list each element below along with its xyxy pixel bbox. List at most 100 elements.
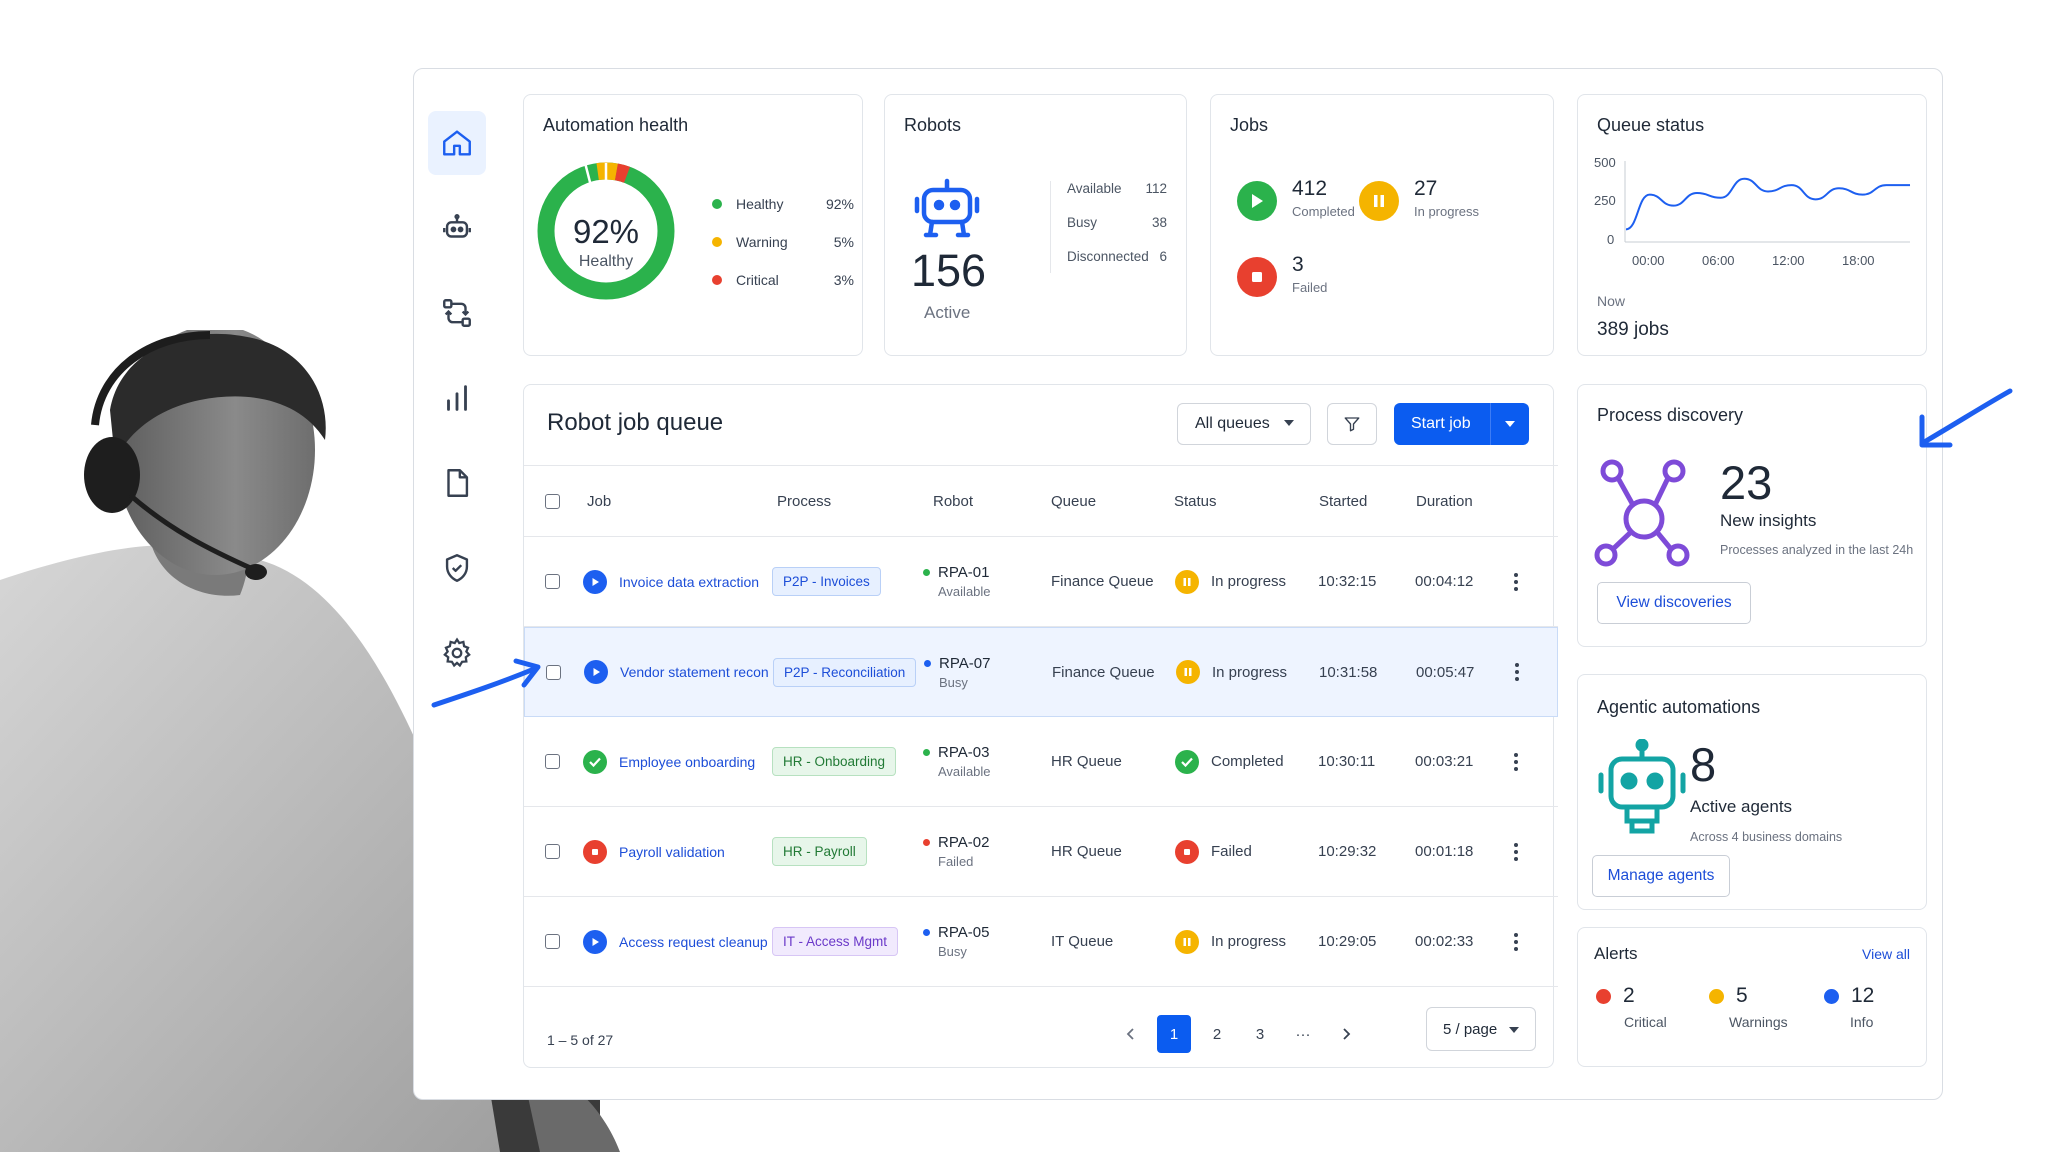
- process-discovery-card: Process discovery 23 New insights Proces…: [1577, 384, 1927, 647]
- queue-filter-select[interactable]: All queues: [1177, 403, 1311, 445]
- page-button[interactable]: 1: [1157, 1015, 1191, 1053]
- col-robot[interactable]: Robot: [933, 466, 973, 536]
- next-page-button[interactable]: [1329, 1015, 1363, 1053]
- status-label: Failed: [1211, 843, 1252, 860]
- job-cell: Employee onboarding: [583, 717, 755, 806]
- legend-label: Warning: [736, 234, 788, 250]
- sidebar-item-documents[interactable]: [428, 451, 486, 515]
- row-checkbox[interactable]: [545, 754, 560, 769]
- filter-icon: [1344, 417, 1360, 432]
- job-queue-title: Robot job queue: [547, 409, 724, 436]
- queue-status-title: Queue status: [1597, 115, 1705, 135]
- start-job-button[interactable]: Start job: [1394, 403, 1529, 445]
- table-row[interactable]: Employee onboarding HR - Onboarding RPA-…: [524, 717, 1558, 807]
- sidebar-item-security[interactable]: [428, 536, 486, 600]
- chevron-right-icon: [1343, 1028, 1351, 1040]
- row-checkbox[interactable]: [545, 934, 560, 949]
- stop-icon: [583, 839, 607, 864]
- col-process[interactable]: Process: [777, 466, 831, 536]
- legend-row-critical: Critical 3%: [712, 261, 854, 299]
- job-link[interactable]: Payroll validation: [619, 844, 725, 860]
- sidebar-item-home[interactable]: [428, 111, 486, 175]
- manage-agents-button[interactable]: Manage agents: [1592, 855, 1730, 897]
- shield-check-icon: [445, 554, 469, 582]
- job-link[interactable]: Access request cleanup: [619, 934, 768, 950]
- chevron-down-icon: [1509, 1027, 1519, 1033]
- dashboard-window: Automation health 92% Healthy Healthy 92%…: [413, 68, 1943, 1100]
- job-cell: Access request cleanup: [583, 897, 768, 986]
- robot-name[interactable]: RPA-05: [938, 924, 989, 941]
- queue-cell: HR Queue: [1051, 843, 1122, 860]
- table-row[interactable]: Vendor statement recon P2P - Reconciliat…: [524, 627, 1558, 717]
- sidebar-item-processes[interactable]: [428, 281, 486, 345]
- row-checkbox[interactable]: [545, 844, 560, 859]
- job-link[interactable]: Employee onboarding: [619, 754, 755, 770]
- page-ellipsis[interactable]: ···: [1286, 1015, 1320, 1053]
- more-options-icon[interactable]: [1514, 663, 1520, 681]
- more-options-icon[interactable]: [1513, 932, 1519, 951]
- view-discoveries-button[interactable]: View discoveries: [1597, 582, 1751, 624]
- divider: [1050, 181, 1051, 273]
- robot-name[interactable]: RPA-01: [938, 564, 989, 581]
- col-started[interactable]: Started: [1319, 466, 1367, 536]
- sidebar-item-analytics[interactable]: [428, 366, 486, 430]
- robot-cell: RPA-03 Available: [923, 717, 991, 806]
- workflow-icon: [443, 299, 471, 327]
- page-button[interactable]: 3: [1243, 1015, 1277, 1053]
- robot-stats: Available 112 Busy 38 Disconnected 6: [1067, 181, 1167, 283]
- prev-page-button[interactable]: [1114, 1015, 1148, 1053]
- col-job[interactable]: Job: [587, 466, 611, 536]
- more-options-icon[interactable]: [1513, 752, 1519, 771]
- duration-cell: 00:04:12: [1415, 573, 1474, 590]
- annotation-arrow-left: [431, 658, 541, 708]
- robot-status-dot: [923, 569, 930, 576]
- select-all-cell: [545, 466, 560, 536]
- select-all-checkbox[interactable]: [545, 493, 560, 509]
- insights-count: 23: [1720, 456, 1773, 509]
- col-duration[interactable]: Duration: [1416, 466, 1473, 536]
- page-size-select[interactable]: 5 / page: [1426, 1007, 1536, 1051]
- view-all-alerts-link[interactable]: View all: [1862, 946, 1910, 962]
- robot-name[interactable]: RPA-02: [938, 834, 989, 851]
- robot-name[interactable]: RPA-03: [938, 744, 989, 761]
- queue-line-chart: 500 250 0 00:00 06:00 12:00 18:00: [1594, 157, 1911, 268]
- sidebar-item-robots[interactable]: [428, 196, 486, 260]
- stat-value: 6: [1159, 249, 1167, 264]
- jobs-title: Jobs: [1230, 115, 1269, 135]
- alert-critical[interactable]: 2 Critical: [1596, 984, 1686, 1030]
- process-cell: IT - Access Mgmt: [772, 897, 899, 986]
- job-link[interactable]: Invoice data extraction: [619, 574, 759, 590]
- table-row[interactable]: Invoice data extraction P2P - Invoices R…: [524, 537, 1558, 627]
- col-status[interactable]: Status: [1174, 466, 1217, 536]
- process-tag: IT - Access Mgmt: [772, 927, 899, 956]
- filter-button[interactable]: [1327, 403, 1377, 445]
- status-cell: In progress: [1175, 537, 1286, 626]
- col-queue[interactable]: Queue: [1051, 466, 1096, 536]
- legend-row-warning: Warning 5%: [712, 223, 854, 261]
- critical-dot: [1596, 988, 1611, 1004]
- table-row[interactable]: Payroll validation HR - Payroll RPA-02 F…: [524, 807, 1558, 897]
- more-options-icon[interactable]: [1513, 572, 1519, 591]
- agents-note: Across 4 business domains: [1690, 830, 1843, 844]
- more-options-icon[interactable]: [1513, 842, 1519, 861]
- page-button[interactable]: 2: [1200, 1015, 1234, 1053]
- pause-icon: [1175, 569, 1199, 594]
- robot-name[interactable]: RPA-07: [939, 655, 990, 672]
- started-cell: 10:32:15: [1318, 573, 1377, 590]
- agentic-title: Agentic automations: [1597, 697, 1761, 717]
- chevron-down-icon[interactable]: [1505, 421, 1515, 427]
- job-link[interactable]: Vendor statement recon: [620, 664, 769, 680]
- stop-icon: [1237, 257, 1277, 297]
- alerts-card: Alerts View all 2 Critical 5 Warnings 12…: [1577, 927, 1927, 1067]
- row-checkbox[interactable]: [545, 574, 560, 589]
- alert-info[interactable]: 12 Info: [1824, 984, 1914, 1030]
- queue-cell: IT Queue: [1051, 933, 1114, 950]
- row-select-cell: [545, 807, 560, 896]
- pagination-range: 1 – 5 of 27: [547, 1032, 614, 1048]
- process-discovery-title: Process discovery: [1597, 405, 1744, 425]
- sidebar: [428, 111, 488, 706]
- table-row[interactable]: Access request cleanup IT - Access Mgmt …: [524, 897, 1558, 987]
- critical-dot: [712, 275, 722, 285]
- alert-warnings[interactable]: 5 Warnings: [1709, 984, 1799, 1030]
- queue-cell: HR Queue: [1051, 753, 1122, 770]
